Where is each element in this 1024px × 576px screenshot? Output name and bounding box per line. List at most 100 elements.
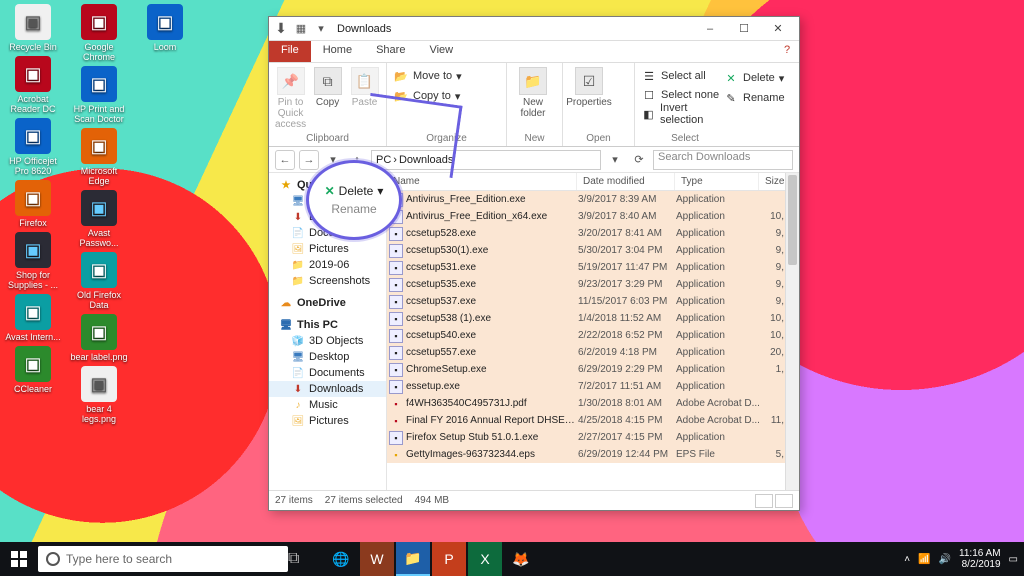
- tb-edge[interactable]: 🌐: [324, 542, 358, 576]
- move-to-button[interactable]: 📂Move to ▾: [393, 67, 500, 85]
- file-icon: ▪: [389, 244, 403, 258]
- nav-2019-06[interactable]: 📁2019-06: [269, 257, 386, 273]
- column-headers[interactable]: Name Date modified Type Size: [387, 173, 799, 191]
- desktop-icon[interactable]: ▣Loom: [136, 4, 194, 52]
- rename-button[interactable]: ✎Rename: [723, 89, 785, 107]
- tab-view[interactable]: View: [417, 41, 465, 62]
- tb-excel[interactable]: X: [468, 542, 502, 576]
- nav-back-button[interactable]: ←: [275, 150, 295, 170]
- nav-forward-button[interactable]: →: [299, 150, 319, 170]
- col-type[interactable]: Type: [675, 173, 759, 190]
- nav-pictures[interactable]: 🖼Pictures: [269, 241, 386, 257]
- refresh-button[interactable]: ▾: [605, 153, 625, 166]
- file-row[interactable]: ▪ccsetup530(1).exe5/30/2017 3:04 PMAppli…: [387, 242, 799, 259]
- desktop-icon[interactable]: ▣Firefox: [4, 180, 62, 228]
- file-row[interactable]: ▪ccsetup537.exe11/15/2017 6:03 PMApplica…: [387, 293, 799, 310]
- desktop-icon[interactable]: ▣Shop for Supplies - ...: [4, 232, 62, 290]
- breadcrumb[interactable]: PC › Downloads: [371, 150, 601, 170]
- file-row[interactable]: ▪ccsetup535.exe9/23/2017 3:29 PMApplicat…: [387, 276, 799, 293]
- notifications-icon[interactable]: ▭: [1009, 554, 1018, 565]
- taskbar: Type here to search ⧉ 🌐 W 📁 P X 🦊 ˄ 📶 🔊 …: [0, 542, 1024, 576]
- desktop-icon[interactable]: ▣Google Chrome: [70, 4, 128, 62]
- copy-to-button[interactable]: 📂Copy to ▾: [393, 87, 500, 105]
- breadcrumb-downloads[interactable]: Downloads: [399, 154, 453, 166]
- view-details-icon[interactable]: [755, 494, 773, 508]
- col-date[interactable]: Date modified: [577, 173, 675, 190]
- new-folder-button[interactable]: 📁New folder: [513, 67, 553, 119]
- desktop-icon[interactable]: ▣bear 4 legs.png: [70, 366, 128, 424]
- desktop-icon[interactable]: ▣Microsoft Edge: [70, 128, 128, 186]
- ribbon-tabs: File Home Share View ?: [269, 41, 799, 63]
- tb-firefox[interactable]: 🦊: [504, 542, 538, 576]
- nav-music[interactable]: ♪Music: [269, 397, 386, 413]
- task-view-button[interactable]: ⧉: [288, 550, 318, 568]
- desktop-icon[interactable]: ▣HP Print and Scan Doctor: [70, 66, 128, 124]
- file-row[interactable]: ▪Antivirus_Free_Edition_x64.exe3/9/2017 …: [387, 208, 799, 225]
- ribbon-help-icon[interactable]: ?: [775, 41, 799, 62]
- refresh-icon[interactable]: ⟳: [629, 153, 649, 166]
- tray-up-icon[interactable]: ˄: [904, 554, 910, 565]
- desktop-icon[interactable]: ▣CCleaner: [4, 346, 62, 394]
- desktop-icon[interactable]: ▣Acrobat Reader DC: [4, 56, 62, 114]
- status-size: 494 MB: [415, 495, 449, 506]
- nav-screenshots[interactable]: 📁Screenshots: [269, 273, 386, 289]
- start-button[interactable]: [0, 542, 38, 576]
- desktop-icon[interactable]: ▣Old Firefox Data: [70, 252, 128, 310]
- nav-desktop2[interactable]: 🖥Desktop: [269, 349, 386, 365]
- qat-properties-icon[interactable]: ▦: [293, 21, 309, 37]
- nav-documents2[interactable]: 📄Documents: [269, 365, 386, 381]
- file-row[interactable]: ▪ccsetup528.exe3/20/2017 8:41 AMApplicat…: [387, 225, 799, 242]
- desktop-icon[interactable]: ▣Avast Intern...: [4, 294, 62, 342]
- file-row[interactable]: ▪ccsetup540.exe2/22/2018 6:52 PMApplicat…: [387, 327, 799, 344]
- titlebar[interactable]: ⬇ ▦ ▾ Downloads – ☐ ✕: [269, 17, 799, 41]
- maximize-button[interactable]: ☐: [727, 18, 761, 40]
- delete-button[interactable]: ✕Delete ▾: [723, 69, 785, 87]
- file-row[interactable]: ▪ChromeSetup.exe6/29/2019 2:29 PMApplica…: [387, 361, 799, 378]
- tab-share[interactable]: Share: [364, 41, 417, 62]
- desktop-icon[interactable]: ▣HP Officejet Pro 8620: [4, 118, 62, 176]
- file-list-pane: Name Date modified Type Size ▪Antivirus_…: [387, 173, 799, 490]
- minimize-button[interactable]: –: [693, 18, 727, 40]
- qat-newfolder-icon[interactable]: ▾: [313, 21, 329, 37]
- col-name[interactable]: Name: [387, 173, 577, 190]
- tray-network-icon[interactable]: 📶: [918, 554, 930, 565]
- tab-home[interactable]: Home: [311, 41, 364, 62]
- nav-3d-objects[interactable]: 🧊3D Objects: [269, 333, 386, 349]
- tb-explorer[interactable]: 📁: [396, 542, 430, 576]
- tray-volume-icon[interactable]: 🔊: [939, 554, 951, 565]
- file-row[interactable]: ▪GettyImages-963732344.eps6/29/2019 12:4…: [387, 446, 799, 463]
- file-row[interactable]: ▪ccsetup538 (1).exe1/4/2018 11:52 AMAppl…: [387, 310, 799, 327]
- col-size[interactable]: Size: [759, 173, 787, 190]
- view-large-icon[interactable]: [775, 494, 793, 508]
- properties-button[interactable]: ☑Properties: [569, 67, 609, 108]
- file-row[interactable]: ▪essetup.exe7/2/2017 11:51 AMApplication: [387, 378, 799, 395]
- file-row[interactable]: ▪Firefox Setup Stub 51.0.1.exe2/27/2017 …: [387, 429, 799, 446]
- nav-pictures2[interactable]: 🖼Pictures: [269, 413, 386, 429]
- close-button[interactable]: ✕: [761, 18, 795, 40]
- tb-word[interactable]: W: [360, 542, 394, 576]
- file-row[interactable]: ▪ccsetup557.exe6/2/2019 4:18 PMApplicati…: [387, 344, 799, 361]
- clock[interactable]: 11:16 AM 8/2/2019: [959, 548, 1001, 570]
- file-row[interactable]: ▪Antivirus_Free_Edition.exe3/9/2017 8:39…: [387, 191, 799, 208]
- desktop-icon[interactable]: ▣Recycle Bin: [4, 4, 62, 52]
- pin-quickaccess-button[interactable]: 📌Pin to Quick access: [275, 67, 306, 130]
- nav-onedrive[interactable]: ☁OneDrive: [269, 295, 386, 311]
- nav-downloads2[interactable]: ⬇Downloads: [269, 381, 386, 397]
- file-row[interactable]: ▪Final FY 2016 Annual Report DHSEM.pdf4/…: [387, 412, 799, 429]
- select-all-button[interactable]: ☰Select all: [641, 67, 729, 85]
- file-row[interactable]: ▪f4WH363540C495731J.pdf1/30/2018 8:01 AM…: [387, 395, 799, 412]
- tab-file[interactable]: File: [269, 41, 311, 62]
- nav-this-pc[interactable]: 🖥This PC: [269, 317, 386, 333]
- desktop-icon[interactable]: ▣bear label.png: [70, 314, 128, 362]
- taskbar-search[interactable]: Type here to search: [38, 546, 288, 572]
- breadcrumb-pc[interactable]: PC ›: [376, 154, 397, 166]
- file-row[interactable]: ▪ccsetup531.exe5/19/2017 11:47 PMApplica…: [387, 259, 799, 276]
- copy-button[interactable]: ⧉Copy: [312, 67, 343, 130]
- paste-button[interactable]: 📋Paste: [349, 67, 380, 130]
- tb-powerpoint[interactable]: P: [432, 542, 466, 576]
- scrollbar[interactable]: [785, 173, 799, 490]
- search-input[interactable]: Search Downloads: [653, 150, 793, 170]
- invert-selection-button[interactable]: ◧Invert selection: [641, 105, 729, 123]
- tutorial-callout: ✕Delete ▾ Rename: [306, 160, 402, 240]
- desktop-icon[interactable]: ▣Avast Passwo...: [70, 190, 128, 248]
